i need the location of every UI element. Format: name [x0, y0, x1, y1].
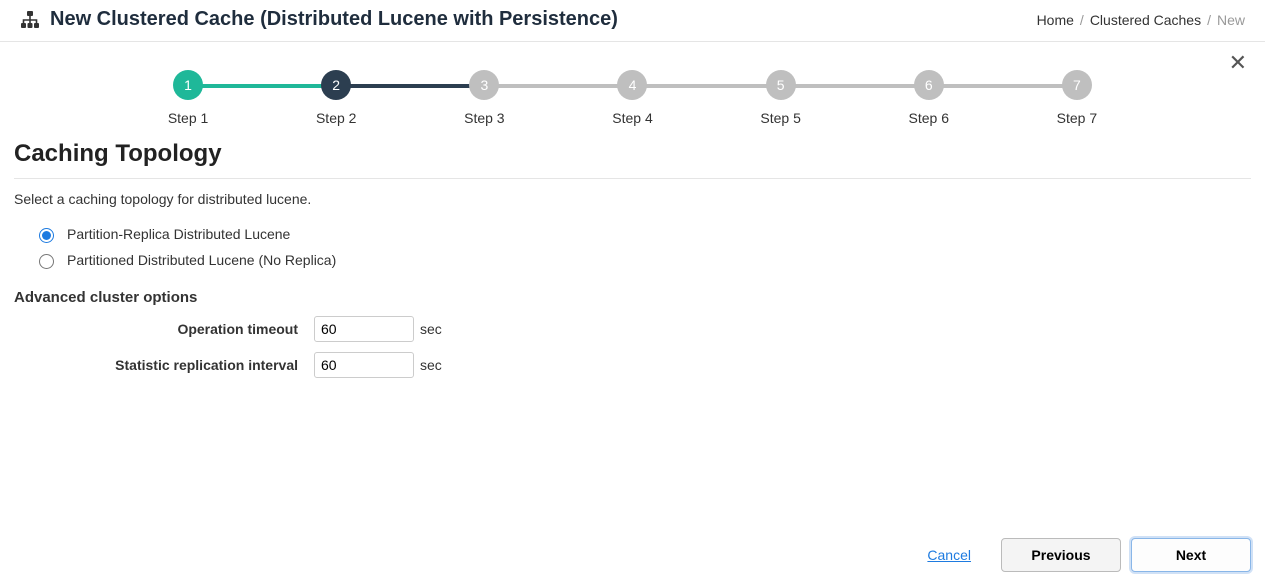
step-label: Step 3	[464, 110, 504, 126]
step-circle: 3	[469, 70, 499, 100]
breadcrumb-sep: /	[1207, 12, 1211, 28]
step-label: Step 1	[168, 110, 208, 126]
breadcrumb-sep: /	[1080, 12, 1084, 28]
wizard-footer: Cancel Previous Next	[0, 528, 1265, 586]
step-circle: 2	[321, 70, 351, 100]
step-label: Step 6	[909, 110, 949, 126]
advanced-heading: Advanced cluster options	[14, 289, 1251, 306]
step-circle: 6	[914, 70, 944, 100]
previous-button[interactable]: Previous	[1001, 538, 1121, 572]
step-label: Step 5	[760, 110, 800, 126]
breadcrumb: Home / Clustered Caches / New	[1037, 12, 1245, 28]
operation-timeout-unit: sec	[420, 321, 442, 337]
radio-partition-replica[interactable]: Partition-Replica Distributed Lucene	[34, 225, 1251, 243]
radio-partitioned-no-replica[interactable]: Partitioned Distributed Lucene (No Repli…	[34, 251, 1251, 269]
breadcrumb-current: New	[1217, 12, 1245, 28]
step-circle: 4	[617, 70, 647, 100]
radio-partition-replica-label: Partition-Replica Distributed Lucene	[67, 226, 290, 242]
step-1[interactable]: 1 Step 1	[114, 70, 262, 126]
topology-radio-group: Partition-Replica Distributed Lucene Par…	[14, 225, 1251, 269]
header-left: New Clustered Cache (Distributed Lucene …	[20, 8, 618, 31]
stat-interval-unit: sec	[420, 357, 442, 373]
sitemap-icon	[20, 10, 40, 30]
next-button[interactable]: Next	[1131, 538, 1251, 572]
step-2[interactable]: 2 Step 2	[262, 70, 410, 126]
step-circle: 5	[766, 70, 796, 100]
step-label: Step 4	[612, 110, 652, 126]
page-title: New Clustered Cache (Distributed Lucene …	[50, 8, 618, 31]
cancel-link[interactable]: Cancel	[927, 547, 971, 563]
radio-partitioned-no-replica-label: Partitioned Distributed Lucene (No Repli…	[67, 252, 336, 268]
section-helper: Select a caching topology for distribute…	[14, 191, 1251, 207]
step-label: Step 7	[1057, 110, 1097, 126]
breadcrumb-home[interactable]: Home	[1037, 12, 1074, 28]
step-label: Step 2	[316, 110, 356, 126]
operation-timeout-row: Operation timeout sec	[14, 316, 1251, 342]
step-circle: 1	[173, 70, 203, 100]
radio-partition-replica-input[interactable]	[39, 228, 54, 243]
step-5[interactable]: 5 Step 5	[707, 70, 855, 126]
section-title: Caching Topology	[14, 134, 1251, 179]
stat-interval-label: Statistic replication interval	[14, 357, 314, 373]
radio-partitioned-no-replica-input[interactable]	[39, 254, 54, 269]
operation-timeout-label: Operation timeout	[14, 321, 314, 337]
step-circle: 7	[1062, 70, 1092, 100]
step-3[interactable]: 3 Step 3	[410, 70, 558, 126]
stat-interval-input[interactable]	[314, 352, 414, 378]
step-6[interactable]: 6 Step 6	[855, 70, 1003, 126]
step-4[interactable]: 4 Step 4	[558, 70, 706, 126]
operation-timeout-input[interactable]	[314, 316, 414, 342]
breadcrumb-caches[interactable]: Clustered Caches	[1090, 12, 1201, 28]
content-area: ✕ 1Step 12Step 23Step 34Step 45Step 56St…	[0, 42, 1265, 528]
page-header: New Clustered Cache (Distributed Lucene …	[0, 0, 1265, 42]
stepper: 1 Step 1 2 Step 2 3 Step 3 4 Step 4 5 Step 5 6 Step…	[14, 56, 1251, 134]
stat-interval-row: Statistic replication interval sec	[14, 352, 1251, 378]
step-7[interactable]: 7 Step 7	[1003, 70, 1151, 126]
